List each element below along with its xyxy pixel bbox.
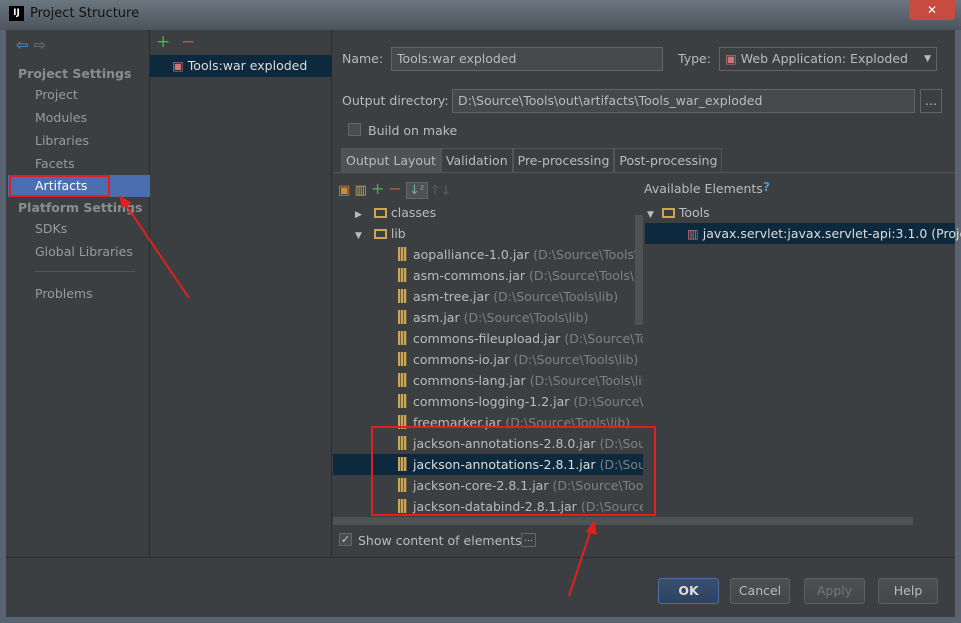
annotation-arrowhead-2 bbox=[586, 520, 597, 535]
annotation-arrowhead-1 bbox=[119, 195, 132, 208]
annotation-box-artifacts bbox=[9, 175, 110, 197]
annotation-box-jackson bbox=[371, 426, 656, 516]
annotation-arrow-2 bbox=[568, 529, 592, 597]
annotation-arrow-1 bbox=[123, 201, 190, 299]
annotation-overlay bbox=[9, 175, 656, 597]
